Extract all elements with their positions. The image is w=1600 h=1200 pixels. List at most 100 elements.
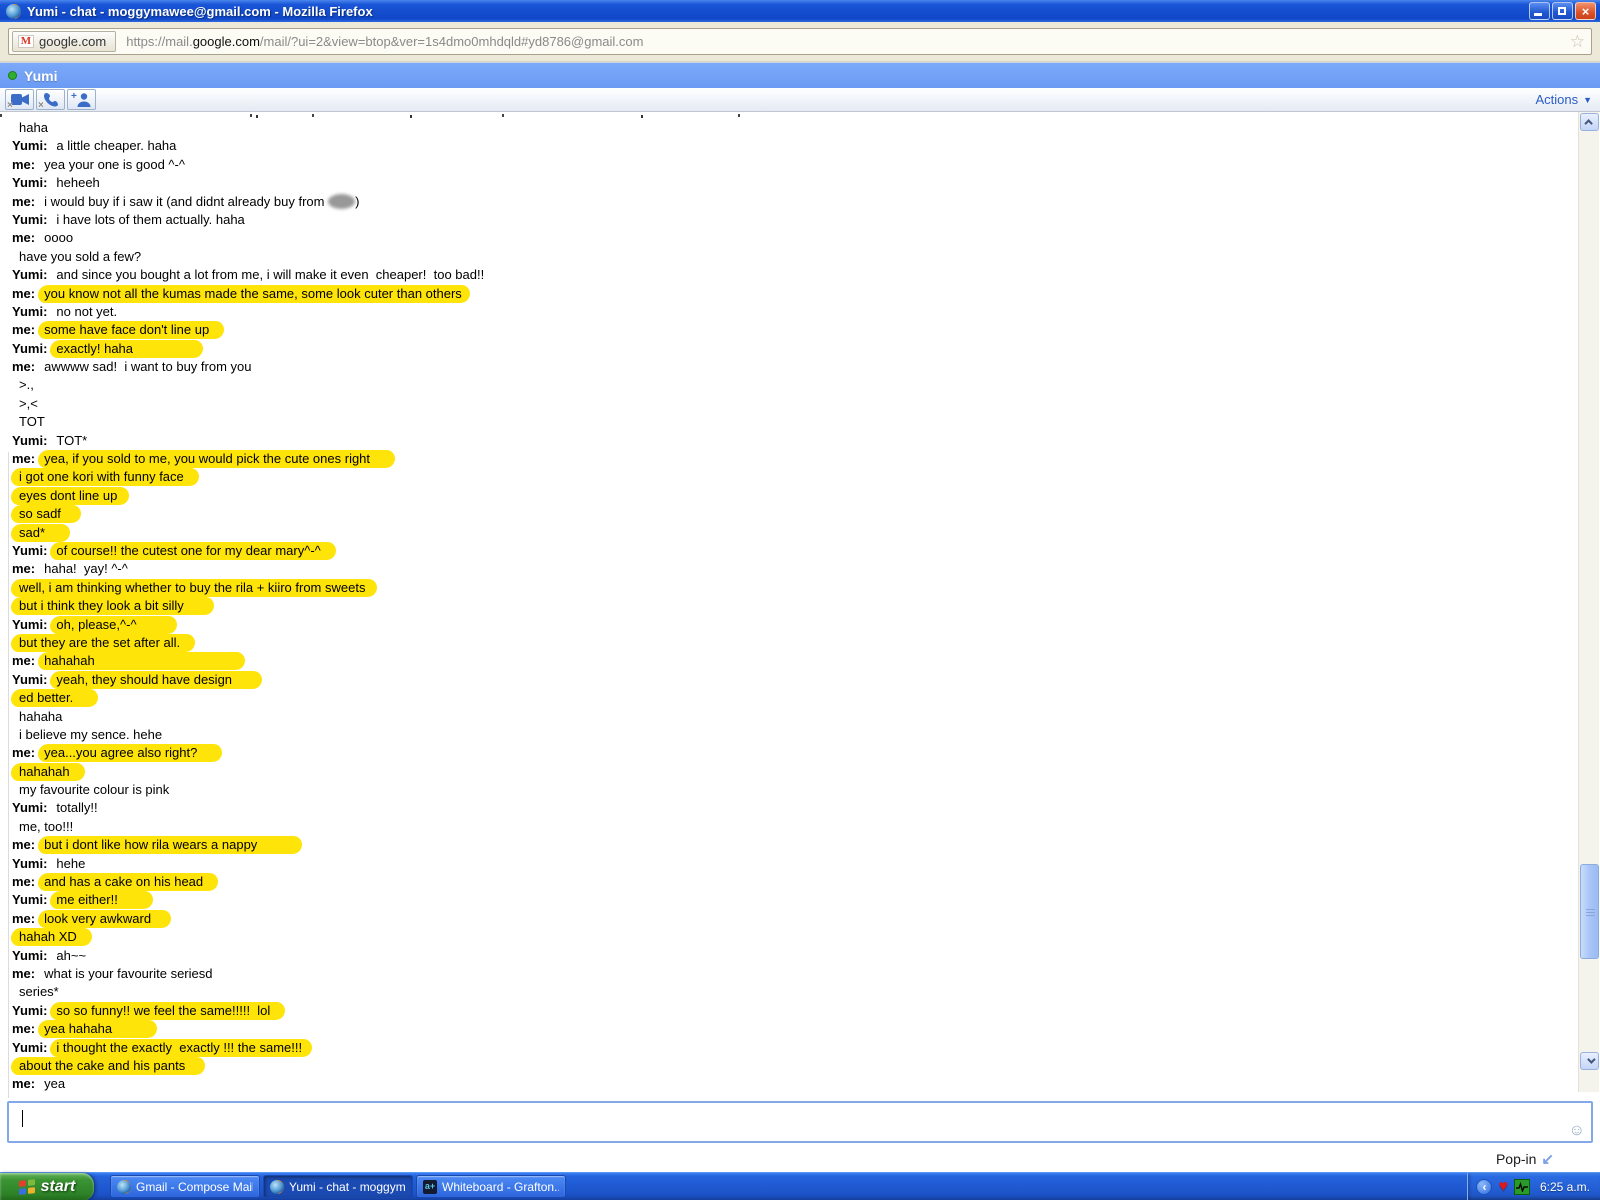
- sender-label: me:: [12, 359, 36, 375]
- message-text: >.,: [19, 377, 34, 393]
- sender-label: me:: [12, 561, 36, 577]
- activity-monitor-tray-icon[interactable]: [1513, 1178, 1530, 1195]
- sender-label: me:: [12, 1021, 36, 1037]
- sender-label: Yumi:: [12, 1039, 48, 1055]
- message-text: oooo: [44, 230, 74, 246]
- add-person-button[interactable]: +: [67, 89, 96, 110]
- taskbar-task-inactive[interactable]: a+ Whiteboard - Grafton...: [416, 1175, 566, 1198]
- message-text: i believe my sence. hehe: [19, 726, 163, 742]
- popin-link[interactable]: Pop-in: [1496, 1151, 1536, 1167]
- firefox-icon: [6, 3, 21, 19]
- bookmark-star-icon[interactable]: ☆: [1570, 33, 1585, 50]
- message-text-highlighted: i got one kori with funny face: [11, 468, 199, 487]
- message-text: haha: [19, 120, 48, 135]
- popin-arrow-icon: ↙: [1541, 1151, 1554, 1168]
- message-text-highlighted: some have face don't line up: [38, 321, 225, 340]
- restore-icon: [1558, 7, 1566, 15]
- scroll-up-button[interactable]: [1580, 113, 1599, 131]
- chat-log: haha Yumi: a little cheaper. haha me: yea yo…: [0, 112, 1600, 1098]
- system-tray: ‹ ♥ 6:25 a.m.: [1467, 1173, 1600, 1200]
- taskbar-tasks: Gmail - Compose Mail ... Yumi - chat - mo…: [110, 1173, 566, 1200]
- location-bar[interactable]: M google.com https://mail.google.com/mai…: [8, 28, 1592, 55]
- message-text: series*: [19, 984, 59, 1000]
- message-text: TOT: [19, 414, 45, 430]
- chat-message: Yumi: i thought the exactly exactly !!! t…: [0, 1038, 1600, 1057]
- start-button[interactable]: start: [0, 1173, 94, 1200]
- message-text: ah~~: [56, 947, 87, 963]
- sender-label: Yumi:: [12, 303, 48, 319]
- chat-message: Yumi: TOT*: [0, 432, 1600, 450]
- message-text: have you sold a few?: [19, 248, 142, 264]
- message-text: awwww sad! i want to buy from you: [44, 359, 252, 375]
- sender-label: Yumi:: [12, 947, 48, 963]
- emoticon-icon[interactable]: ☺: [1569, 1123, 1585, 1139]
- whiteboard-app-icon: a+: [423, 1179, 437, 1194]
- chat-message: me: oooo: [0, 229, 1600, 247]
- chat-message: but they are the set after all.: [0, 633, 1600, 652]
- message-text-highlighted: so sadf: [11, 505, 81, 524]
- clipped-message-fragment: [0, 114, 2, 117]
- chat-message: Yumi: i have lots of them actually. haha: [0, 211, 1600, 229]
- sender-label: me:: [12, 874, 36, 890]
- message-text-highlighted: eyes dont line up: [11, 486, 130, 505]
- actions-menu[interactable]: Actions ▼: [1535, 92, 1592, 107]
- chat-message: Yumi: a little cheaper. haha: [0, 137, 1600, 155]
- sender-label: me:: [12, 653, 36, 669]
- message-text: me, too!!!: [19, 818, 74, 834]
- phone-icon: [43, 93, 58, 107]
- minimize-button[interactable]: [1529, 2, 1550, 20]
- message-text-highlighted: hahahah: [38, 652, 245, 671]
- firefox-icon: [117, 1179, 131, 1194]
- message-input[interactable]: ☺: [7, 1101, 1593, 1143]
- taskbar-task-active[interactable]: Yumi - chat - moggym...: [263, 1175, 413, 1198]
- window-title: Yumi - chat - moggymawee@gmail.com - Moz…: [27, 3, 373, 19]
- chevron-down-icon: ▼: [1583, 94, 1592, 105]
- chat-message: me: what is your favourite seriesd: [0, 965, 1600, 983]
- chat-message: hahah XD: [0, 928, 1600, 947]
- screen: Yumi - chat - moggymawee@gmail.com - Moz…: [0, 0, 1600, 1200]
- restore-button[interactable]: [1552, 2, 1573, 20]
- chat-message: Yumi: and since you bought a lot from me,…: [0, 266, 1600, 284]
- chat-message: sad*: [0, 523, 1600, 542]
- chat-message: me: i would buy if i saw it (and didnt al…: [0, 193, 1600, 211]
- sender-label: me:: [12, 193, 36, 209]
- url-text: https://mail.google.com/mail/?ui=2&view=…: [126, 34, 643, 49]
- site-identity-chip[interactable]: M google.com: [12, 31, 117, 52]
- pulse-icon: [1515, 1181, 1528, 1192]
- chat-message: but i think they look a bit silly: [0, 597, 1600, 616]
- chat-message: me: awwww sad! i want to buy from you: [0, 358, 1600, 376]
- chat-message: Yumi: exactly! haha: [0, 339, 1600, 358]
- url-prefix: https://mail.: [126, 34, 193, 49]
- sender-label: Yumi:: [12, 855, 48, 871]
- chat-scrollbar[interactable]: [1578, 112, 1599, 1092]
- unavailable-x-icon: ×: [38, 100, 44, 111]
- chat-message: Yumi: ah~~: [0, 947, 1600, 965]
- task-label: Whiteboard - Grafton...: [442, 1179, 559, 1194]
- scrollbar-thumb[interactable]: [1580, 864, 1599, 959]
- popin-row: Pop-in ↙: [0, 1146, 1600, 1172]
- online-status-icon: [8, 71, 17, 80]
- close-icon: ×: [1581, 4, 1590, 19]
- chat-message: me: yea: [0, 1075, 1600, 1093]
- chat-message: Yumi: oh, please,^-^: [0, 615, 1600, 634]
- heart-tray-icon[interactable]: ♥: [1498, 1178, 1508, 1195]
- chat-message: Yumi: me either!!: [0, 891, 1600, 910]
- voice-call-button[interactable]: ×: [36, 89, 65, 111]
- scroll-down-button[interactable]: [1580, 1052, 1599, 1070]
- video-chat-button[interactable]: ×: [5, 89, 34, 111]
- chat-message: me: haha! yay! ^-^: [0, 560, 1600, 578]
- redaction-blur: [328, 193, 356, 209]
- message-text-highlighted: ed better.: [11, 689, 99, 708]
- sender-label: me:: [12, 322, 36, 338]
- taskbar-task-inactive[interactable]: Gmail - Compose Mail ...: [110, 1175, 260, 1198]
- message-text-highlighted: and has a cake on his head: [38, 873, 219, 892]
- unavailable-x-icon: ×: [7, 100, 13, 111]
- message-text: ): [355, 193, 360, 209]
- close-button[interactable]: ×: [1575, 2, 1596, 20]
- message-text-highlighted: oh, please,^-^: [50, 615, 177, 634]
- chat-message: Yumi: heheeh: [0, 174, 1600, 192]
- chat-message: me, too!!!: [0, 818, 1600, 836]
- message-text: heheeh: [56, 175, 100, 191]
- message-text: yea your one is good ^-^: [44, 156, 185, 172]
- hide-tray-icons-button[interactable]: ‹: [1476, 1178, 1493, 1195]
